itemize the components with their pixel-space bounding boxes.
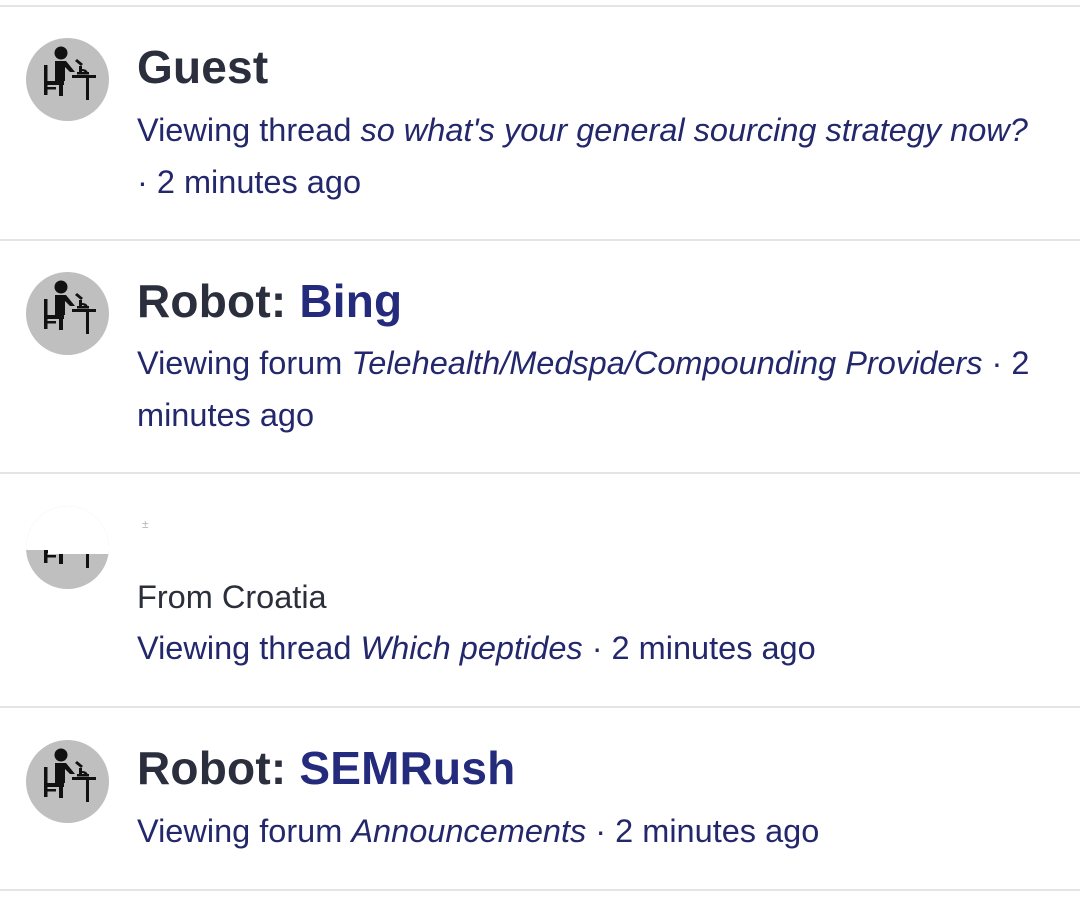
separator-dot: · — [991, 345, 1003, 381]
robot-prefix: Robot: — [137, 742, 287, 794]
separator-dot: · — [137, 164, 148, 200]
activity-action: Viewing thread — [137, 112, 352, 148]
robot-name: Robot: SEMRush — [137, 740, 515, 796]
user-avatar[interactable] — [26, 740, 109, 823]
robot-name: Robot: Bing — [137, 273, 402, 329]
row-divider — [0, 5, 1080, 7]
activity-target-link[interactable]: so what's your general sourcing strategy… — [360, 112, 1027, 148]
activity-info: Viewing forum Telehealth/Medspa/Compound… — [137, 337, 1037, 441]
activity-time: 2 minutes ago — [156, 164, 362, 200]
activity-info: Viewing thread Which peptides · 2 minute… — [137, 622, 1037, 674]
user-avatar[interactable] — [26, 272, 109, 355]
row-divider — [0, 889, 1080, 891]
user-avatar[interactable] — [26, 38, 109, 121]
avatar-render-glitch — [26, 506, 109, 550]
username[interactable]: Guest — [137, 39, 268, 95]
activity-info: Viewing thread so what's your general so… — [137, 104, 1037, 208]
robot-name-link[interactable]: Bing — [299, 275, 402, 327]
row-divider — [0, 472, 1080, 474]
activity-target-link[interactable]: Announcements — [351, 813, 586, 849]
avatar-render-glitch — [48, 546, 109, 554]
activity-action: Viewing forum — [137, 345, 343, 381]
row-divider — [0, 239, 1080, 241]
activity-action: Viewing forum — [137, 813, 343, 849]
row-divider — [0, 706, 1080, 708]
scientist-microscope-icon — [44, 46, 96, 100]
activity-action: Viewing thread — [137, 630, 352, 666]
robot-prefix: Robot: — [137, 275, 287, 327]
scientist-microscope-icon — [44, 280, 96, 334]
user-avatar[interactable] — [26, 506, 109, 589]
robot-name-link[interactable]: SEMRush — [299, 742, 515, 794]
separator-dot: · — [595, 813, 607, 849]
scientist-microscope-icon — [44, 748, 96, 802]
username-glyph[interactable]: ± — [142, 517, 149, 531]
separator-dot: · — [591, 630, 603, 666]
activity-target-link[interactable]: Which peptides — [360, 630, 582, 666]
activity-target-link[interactable]: Telehealth/Medspa/Compounding Providers — [351, 345, 982, 381]
activity-time: 2 minutes ago — [615, 813, 820, 849]
activity-time: 2 minutes ago — [611, 630, 816, 666]
activity-info: Viewing forum Announcements · 2 minutes … — [137, 805, 1037, 857]
user-location: From Croatia — [137, 579, 327, 615]
